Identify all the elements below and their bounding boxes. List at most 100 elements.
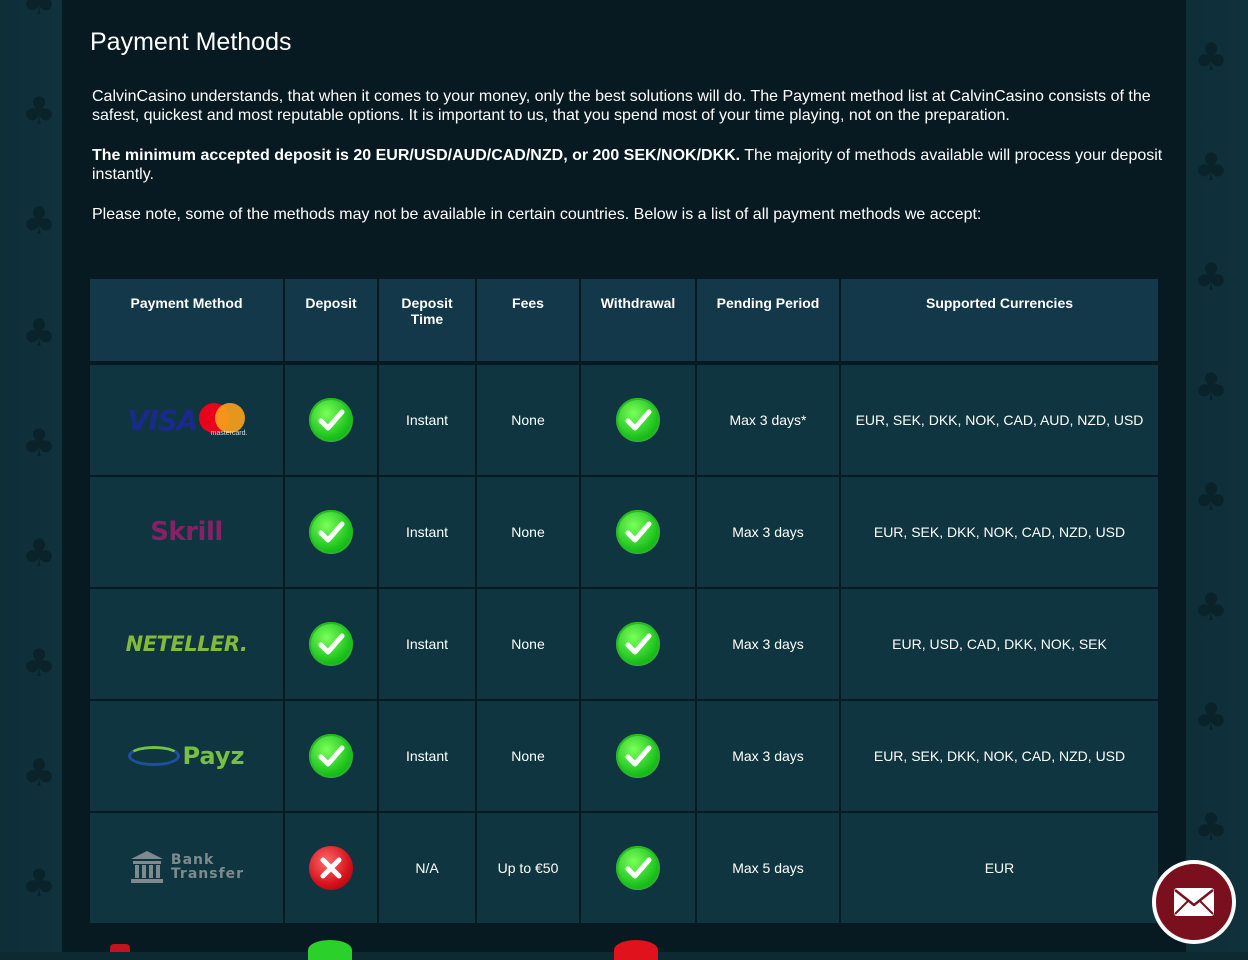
check-circle-icon [616, 622, 660, 666]
table-row: NETELLER. Instant None Max 3 days EUR, U… [90, 588, 1158, 701]
deposit-cell [284, 812, 379, 925]
fees-cell: Up to €50 [476, 812, 581, 925]
table-header-row: Payment Method Deposit Deposit Time Fees… [90, 279, 1158, 363]
table-row: Skrill Instant None Max 3 days EUR, SEK,… [90, 476, 1158, 589]
visa-logo-text: VISA [127, 403, 199, 437]
payment-method-cell: Skrill [90, 476, 285, 589]
check-circle-icon [309, 622, 353, 666]
deposit-cell [284, 476, 379, 589]
fees-cell: None [476, 476, 581, 589]
check-circle-icon [309, 510, 353, 554]
club-icon: ♣ [22, 531, 57, 575]
check-circle-icon [309, 398, 353, 442]
mastercard-icon: mastercard. [199, 403, 248, 437]
check-circle-icon [616, 398, 660, 442]
withdrawal-cell [580, 700, 697, 813]
check-circle-icon [616, 510, 660, 554]
club-icon: ♣ [1194, 805, 1229, 849]
deposit-time-cell: N/A [378, 812, 477, 925]
club-icon: ♣ [1194, 475, 1229, 519]
header-supported-currencies: Supported Currencies [840, 279, 1158, 363]
deposit-time-cell: Instant [378, 700, 477, 813]
table-row: VISA mastercard. Instant None Max 3 days… [90, 363, 1158, 477]
payment-method-cell: NETELLER. [90, 588, 285, 701]
cross-circle-icon [309, 846, 353, 890]
header-withdrawal: Withdrawal [580, 279, 697, 363]
club-icon: ♣ [22, 861, 57, 905]
check-circle-icon [616, 846, 660, 890]
withdrawal-cell [580, 476, 697, 589]
deposit-time-cell: Instant [378, 588, 477, 701]
header-deposit: Deposit [284, 279, 379, 363]
currencies-cell: EUR [840, 812, 1158, 925]
currencies-cell: EUR, SEK, DKK, NOK, CAD, NZD, USD [840, 476, 1158, 589]
next-row-logo-partial [110, 944, 130, 952]
table-row: Payz Instant None Max 3 days EUR, SEK, D… [90, 700, 1158, 813]
currencies-cell: EUR, USD, CAD, DKK, NOK, SEK [840, 588, 1158, 701]
pending-period-cell: Max 3 days [696, 700, 841, 813]
page-title: Payment Methods [90, 28, 292, 56]
currencies-cell: EUR, SEK, DKK, NOK, CAD, AUD, NZD, USD [840, 363, 1158, 477]
bank-icon [130, 850, 163, 883]
pending-period-cell: Max 3 days* [696, 363, 841, 477]
visa-mastercard-logo: VISA mastercard. [127, 403, 248, 437]
intro-paragraph-3: Please note, some of the methods may not… [92, 206, 982, 223]
cross-circle-icon [614, 940, 658, 960]
deposit-cell [284, 363, 379, 477]
payment-method-cell: VISA mastercard. [90, 363, 285, 477]
pending-period-cell: Max 3 days [696, 588, 841, 701]
bank-transfer-logo-text: Bank Transfer [171, 853, 244, 881]
payz-swoosh-icon [128, 746, 181, 766]
fees-cell: None [476, 700, 581, 813]
skrill-logo: Skrill [150, 517, 223, 547]
bank-transfer-logo: Bank Transfer [129, 849, 244, 885]
club-icon: ♣ [22, 89, 57, 133]
club-icon: ♣ [22, 199, 57, 243]
deposit-time-cell: Instant [378, 476, 477, 589]
club-icon: ♣ [22, 421, 57, 465]
club-icon: ♣ [1194, 145, 1229, 189]
intro-paragraph-2: The minimum accepted deposit is 20 EUR/U… [92, 146, 1172, 184]
fees-cell: None [476, 588, 581, 701]
withdrawal-cell [580, 812, 697, 925]
content-panel: Payment Methods CalvinCasino understands… [62, 0, 1186, 960]
fees-cell: None [476, 363, 581, 477]
deposit-time-cell: Instant [378, 363, 477, 477]
intro-text: CalvinCasino understands, that when it c… [92, 87, 1172, 245]
background-right: ♣ ♣ ♣ ♣ ♣ ♣ ♣ ♣ [1186, 0, 1248, 952]
payz-logo-text: Payz [182, 742, 245, 770]
table-row: Bank Transfer N/A Up to €50 Max 5 days EU… [90, 812, 1158, 925]
club-icon: ♣ [22, 751, 57, 795]
neteller-logo: NETELLER. [125, 632, 248, 656]
club-icon: ♣ [1194, 585, 1229, 629]
currencies-cell: EUR, SEK, DKK, NOK, CAD, NZD, USD [840, 700, 1158, 813]
club-icon: ♣ [1194, 695, 1229, 739]
header-fees: Fees [476, 279, 581, 363]
background-left: ♣ ♣ ♣ ♣ ♣ ♣ ♣ ♣ ♣ [0, 0, 62, 952]
pending-period-cell: Max 5 days [696, 812, 841, 925]
header-payment-method: Payment Method [90, 279, 285, 363]
payz-logo: Payz [128, 742, 245, 770]
header-deposit-time: Deposit Time [378, 279, 477, 363]
payment-method-cell: Bank Transfer [90, 812, 285, 925]
pending-period-cell: Max 3 days [696, 476, 841, 589]
check-circle-icon [616, 734, 660, 778]
payment-method-cell: Payz [90, 700, 285, 813]
club-icon: ♣ [22, 0, 57, 23]
club-icon: ♣ [1194, 255, 1229, 299]
mail-icon [1174, 888, 1214, 916]
club-icon: ♣ [1194, 365, 1229, 409]
contact-mail-button[interactable] [1152, 860, 1236, 944]
intro-paragraph-1: CalvinCasino understands, that when it c… [92, 88, 1151, 124]
bank-logo-word-2: Transfer [170, 865, 245, 882]
withdrawal-cell [580, 588, 697, 701]
payment-methods-table: Payment Method Deposit Deposit Time Fees… [90, 279, 1158, 925]
deposit-cell [284, 700, 379, 813]
club-icon: ♣ [22, 311, 57, 355]
min-deposit-text: The minimum accepted deposit is 20 EUR/U… [92, 147, 741, 164]
header-pending-period: Pending Period [696, 279, 841, 363]
club-icon: ♣ [22, 641, 57, 685]
check-circle-icon [309, 734, 353, 778]
mastercard-logo-text: mastercard. [210, 430, 248, 437]
withdrawal-cell [580, 363, 697, 477]
